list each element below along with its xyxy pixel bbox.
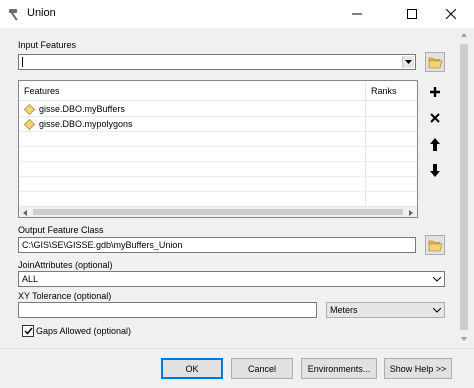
chevron-up-icon [461,33,467,37]
folder-open-icon [428,240,442,251]
xy-tolerance-field[interactable] [18,302,317,318]
close-button[interactable] [428,0,474,28]
chevron-down-icon [405,60,412,64]
diamond-layer-icon [24,104,35,115]
move-up-button[interactable] [425,134,445,154]
join-attributes-dropdown[interactable] [431,273,443,285]
folder-open-icon [428,57,442,68]
chevron-down-icon [433,307,441,313]
input-features-label: Input Features [18,40,77,50]
close-icon [446,9,456,19]
title-bar: Union [0,0,474,28]
window-title: Union [27,7,56,19]
chevron-down-icon [461,337,467,341]
input-features-dropdown[interactable] [402,56,414,68]
list-item-label: gisse.DBO.mypolygons [39,119,133,129]
xy-tolerance-unit-select[interactable]: Meters [326,302,445,318]
features-list[interactable]: Features Ranks gisse.DBO.myBuffers gisse… [18,80,418,218]
cancel-button[interactable]: Cancel [231,358,293,379]
empty-row [19,177,417,192]
scroll-left-button[interactable] [19,207,31,217]
ok-button[interactable]: OK [161,358,223,379]
list-item[interactable]: gisse.DBO.mypolygons [19,117,417,132]
output-feature-class-value: C:\GIS\SE\GISSE.gdb\myBuffers_Union [22,240,183,250]
empty-row [19,162,417,177]
input-features-combobox[interactable] [18,54,416,70]
vertical-scroll-thumb[interactable] [460,44,468,330]
output-feature-class-field[interactable]: C:\GIS\SE\GISSE.gdb\myBuffers_Union [18,237,416,253]
browse-output-button[interactable] [425,235,445,255]
join-attributes-value: ALL [22,274,39,284]
footer-divider [0,348,474,349]
arrow-down-icon [430,163,440,177]
scroll-right-button[interactable] [405,207,417,217]
chevron-down-icon [433,276,441,282]
horizontal-scroll-thumb[interactable] [33,209,403,215]
gaps-allowed-checkbox[interactable] [22,325,34,337]
horizontal-scrollbar[interactable] [19,206,417,217]
join-attributes-select[interactable]: ALL [18,271,445,287]
unit-dropdown[interactable] [431,304,443,316]
text-cursor [22,57,23,67]
chevron-right-icon [409,209,413,216]
minimize-icon [352,13,362,15]
plus-icon [430,87,440,97]
gaps-allowed-label: Gaps Allowed (optional) [36,326,132,336]
maximize-icon [407,9,417,19]
list-item[interactable]: gisse.DBO.myBuffers [19,102,417,117]
output-feature-class-label: Output Feature Class [18,225,104,235]
show-help-button[interactable]: Show Help >> [384,358,452,379]
checkmark-icon [23,327,33,335]
features-list-header: Features Ranks [19,81,417,101]
remove-button[interactable] [425,108,445,128]
empty-row [19,147,417,162]
x-icon [430,113,440,123]
diamond-layer-icon [24,119,35,130]
environments-button[interactable]: Environments... [301,358,377,379]
chevron-left-icon [23,209,27,216]
vertical-scrollbar[interactable] [457,30,471,344]
hammer-icon [9,9,18,21]
xy-tolerance-label: XY Tolerance (optional) [18,291,112,301]
arrow-up-icon [430,137,440,151]
minimize-button[interactable] [334,0,380,28]
union-dialog: Union Input Features Features Ranks giss… [0,0,474,388]
column-ranks: Ranks [371,86,397,96]
list-item-label: gisse.DBO.myBuffers [39,104,125,114]
column-features: Features [24,86,60,96]
xy-tolerance-unit-value: Meters [330,305,358,315]
empty-row [19,132,417,147]
add-button[interactable] [425,82,445,102]
browse-input-button[interactable] [425,52,445,72]
move-down-button[interactable] [425,160,445,180]
join-attributes-label: JoinAttributes (optional) [18,260,113,270]
